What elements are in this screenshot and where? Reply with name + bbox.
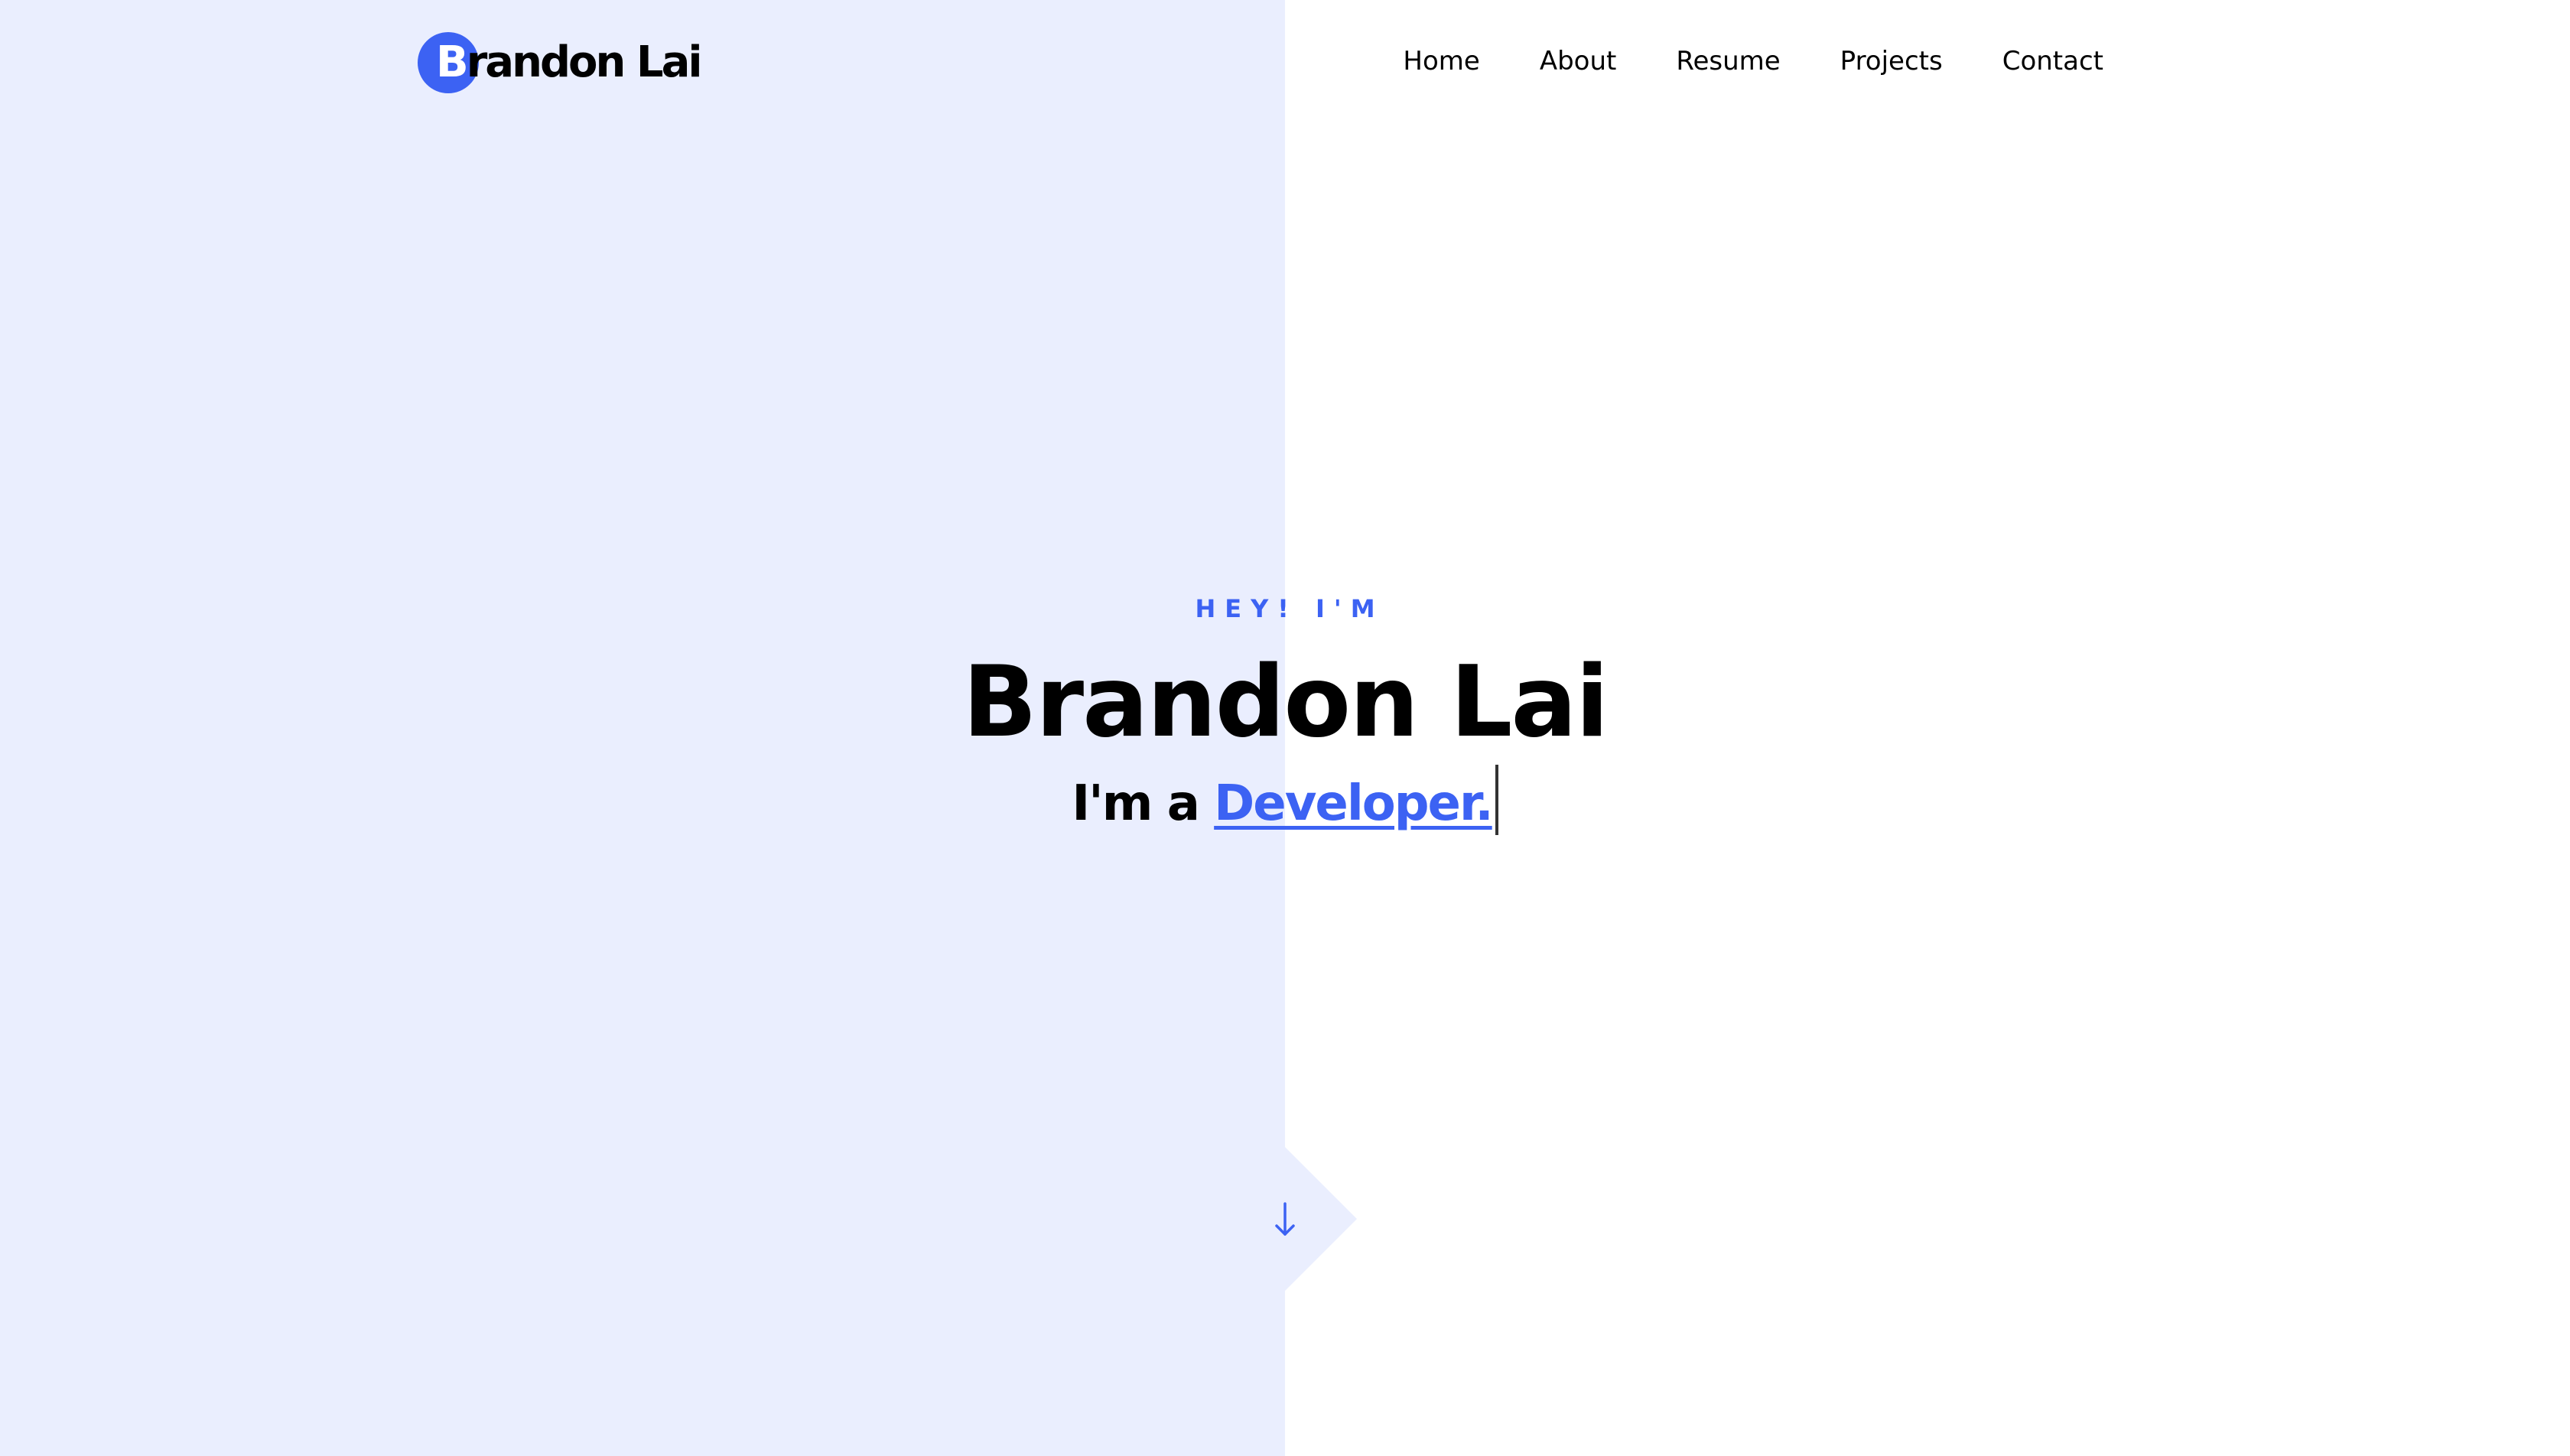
typing-caret	[1495, 765, 1498, 835]
hero-name: Brandon Lai	[962, 645, 1609, 759]
logo-rest: randon Lai	[466, 37, 703, 87]
nav-home[interactable]: Home	[1403, 40, 1479, 83]
hero-eyebrow: HEY! I'M	[1195, 594, 1384, 623]
logo-text: Brandon Lai	[436, 31, 703, 95]
nav-projects[interactable]: Projects	[1840, 40, 1943, 83]
tagline-prefix: I'm a	[1072, 775, 1200, 832]
arrow-down-icon	[1213, 1147, 1357, 1291]
nav-resume[interactable]: Resume	[1676, 40, 1780, 83]
tagline-role: Developer.	[1214, 775, 1494, 832]
nav-about[interactable]: About	[1540, 40, 1617, 83]
scroll-down-button[interactable]	[1213, 1147, 1357, 1291]
hero-section: HEY! I'M Brandon Lai I'm a Developer.	[0, 589, 2570, 846]
main-nav: Home About Resume Projects Contact	[1403, 40, 2103, 83]
hero-tagline: I'm a Developer.	[0, 762, 2570, 846]
nav-contact[interactable]: Contact	[2002, 40, 2103, 83]
logo-first-letter: B	[436, 37, 469, 87]
site-header: Brandon Lai Home About Resume Projects C…	[0, 0, 2570, 124]
